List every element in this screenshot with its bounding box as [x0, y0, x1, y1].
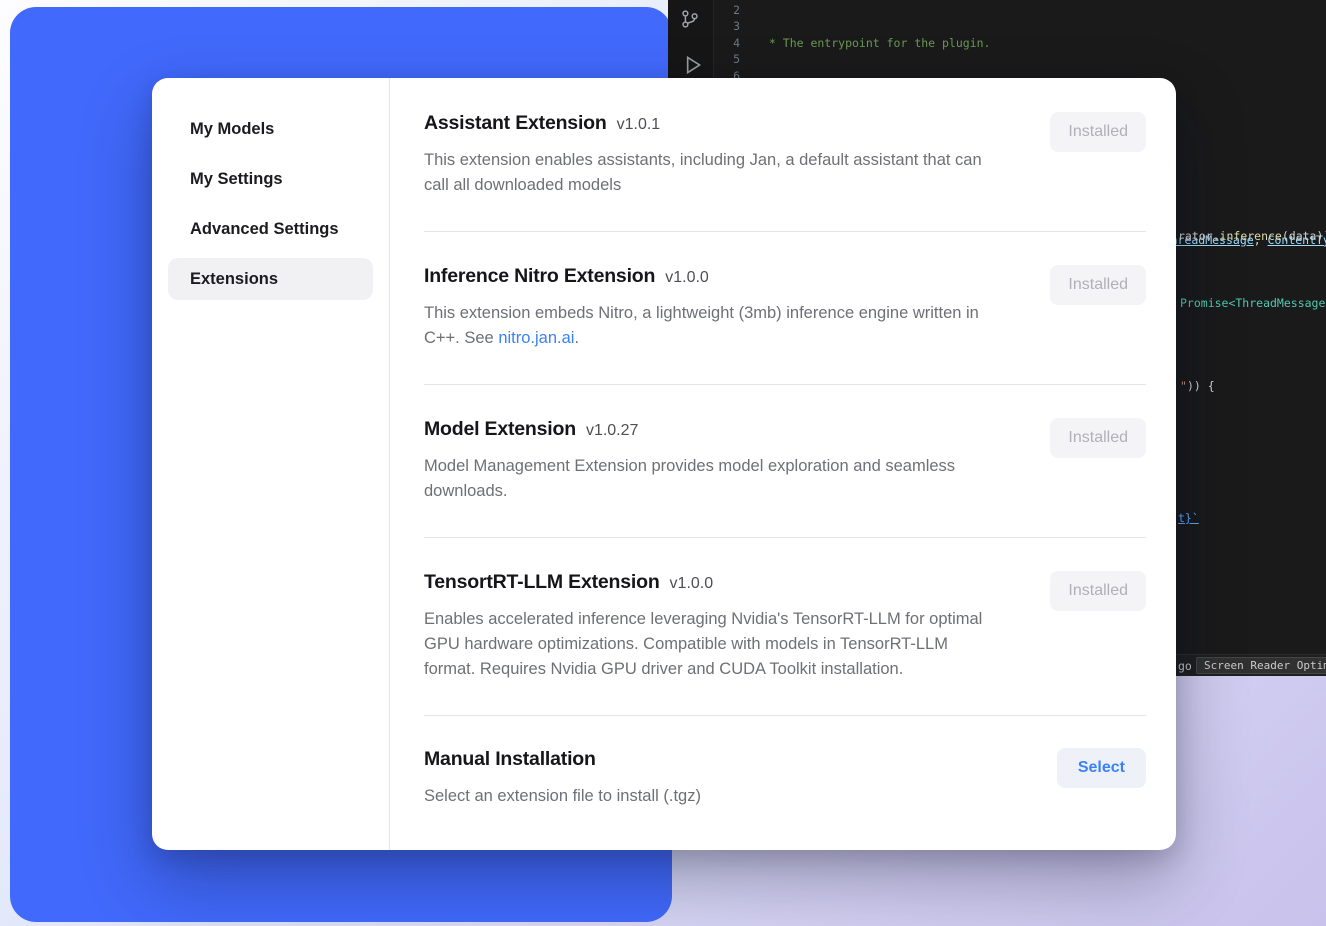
sidebar-item-my-settings[interactable]: My Settings	[168, 158, 373, 200]
extension-description: Model Management Extension provides mode…	[424, 454, 989, 504]
extension-row-model: Model Extension v1.0.27 Model Management…	[424, 384, 1146, 537]
code-comment-line: * The entrypoint for the plugin.	[762, 35, 1326, 51]
line-number-gutter: 2 3 4 5 6	[716, 2, 740, 84]
sidebar-item-advanced-settings[interactable]: Advanced Settings	[168, 208, 373, 250]
code-fragment-string: ")) {	[1180, 378, 1215, 394]
desktop-background: 2 3 4 5 6 * The entrypoint for the plugi…	[0, 0, 1326, 926]
extension-row-tensorrt-llm: TensortRT-LLM Extension v1.0.0 Enables a…	[424, 537, 1146, 715]
source-control-icon[interactable]	[679, 8, 701, 33]
line-number: 4	[716, 35, 740, 51]
extension-description: Enables accelerated inference leveraging…	[424, 607, 989, 682]
code-fragment-template-end: t}`	[1178, 510, 1199, 526]
extension-row-assistant: Assistant Extension v1.0.1 This extensio…	[424, 112, 1146, 231]
extension-version: v1.0.0	[670, 575, 714, 593]
sidebar-item-my-models[interactable]: My Models	[168, 108, 373, 150]
extension-title: TensortRT-LLM Extension	[424, 571, 660, 594]
extension-title: Inference Nitro Extension	[424, 265, 655, 288]
select-file-button[interactable]: Select	[1057, 748, 1146, 788]
line-number: 3	[716, 18, 740, 34]
line-number: 2	[716, 2, 740, 18]
settings-sidebar: My Models My Settings Advanced Settings …	[152, 78, 390, 850]
run-debug-icon[interactable]	[679, 52, 705, 81]
extension-version: v1.0.1	[617, 116, 661, 134]
installed-button[interactable]: Installed	[1050, 571, 1146, 611]
manual-installation-description: Select an extension file to install (.tg…	[424, 784, 989, 809]
extension-version: v1.0.0	[665, 269, 709, 287]
status-text-fragment: go	[1178, 659, 1192, 673]
extension-title: Model Extension	[424, 418, 576, 441]
line-number: 5	[716, 51, 740, 67]
code-fragment-inference: rator.inference(data));	[1178, 228, 1326, 244]
extension-description: This extension embeds Nitro, a lightweig…	[424, 301, 989, 351]
extension-row-inference-nitro: Inference Nitro Extension v1.0.0 This ex…	[424, 231, 1146, 384]
code-fragment-promise: Promise<ThreadMessage>	[1180, 295, 1326, 311]
extension-version: v1.0.27	[586, 422, 638, 440]
installed-button[interactable]: Installed	[1050, 265, 1146, 305]
manual-installation-title: Manual Installation	[424, 748, 596, 771]
sidebar-item-extensions[interactable]: Extensions	[168, 258, 373, 300]
manual-installation-row: Manual Installation Select an extension …	[424, 715, 1146, 835]
nitro-jan-ai-link[interactable]: nitro.jan.ai	[498, 329, 574, 347]
settings-modal: My Models My Settings Advanced Settings …	[152, 78, 1176, 850]
installed-button[interactable]: Installed	[1050, 112, 1146, 152]
installed-button[interactable]: Installed	[1050, 418, 1146, 458]
extensions-panel: Assistant Extension v1.0.1 This extensio…	[390, 78, 1176, 850]
extension-title: Assistant Extension	[424, 112, 607, 135]
extension-description: This extension enables assistants, inclu…	[424, 148, 989, 198]
screen-reader-optimized-button[interactable]: Screen Reader Optimize	[1196, 657, 1326, 674]
